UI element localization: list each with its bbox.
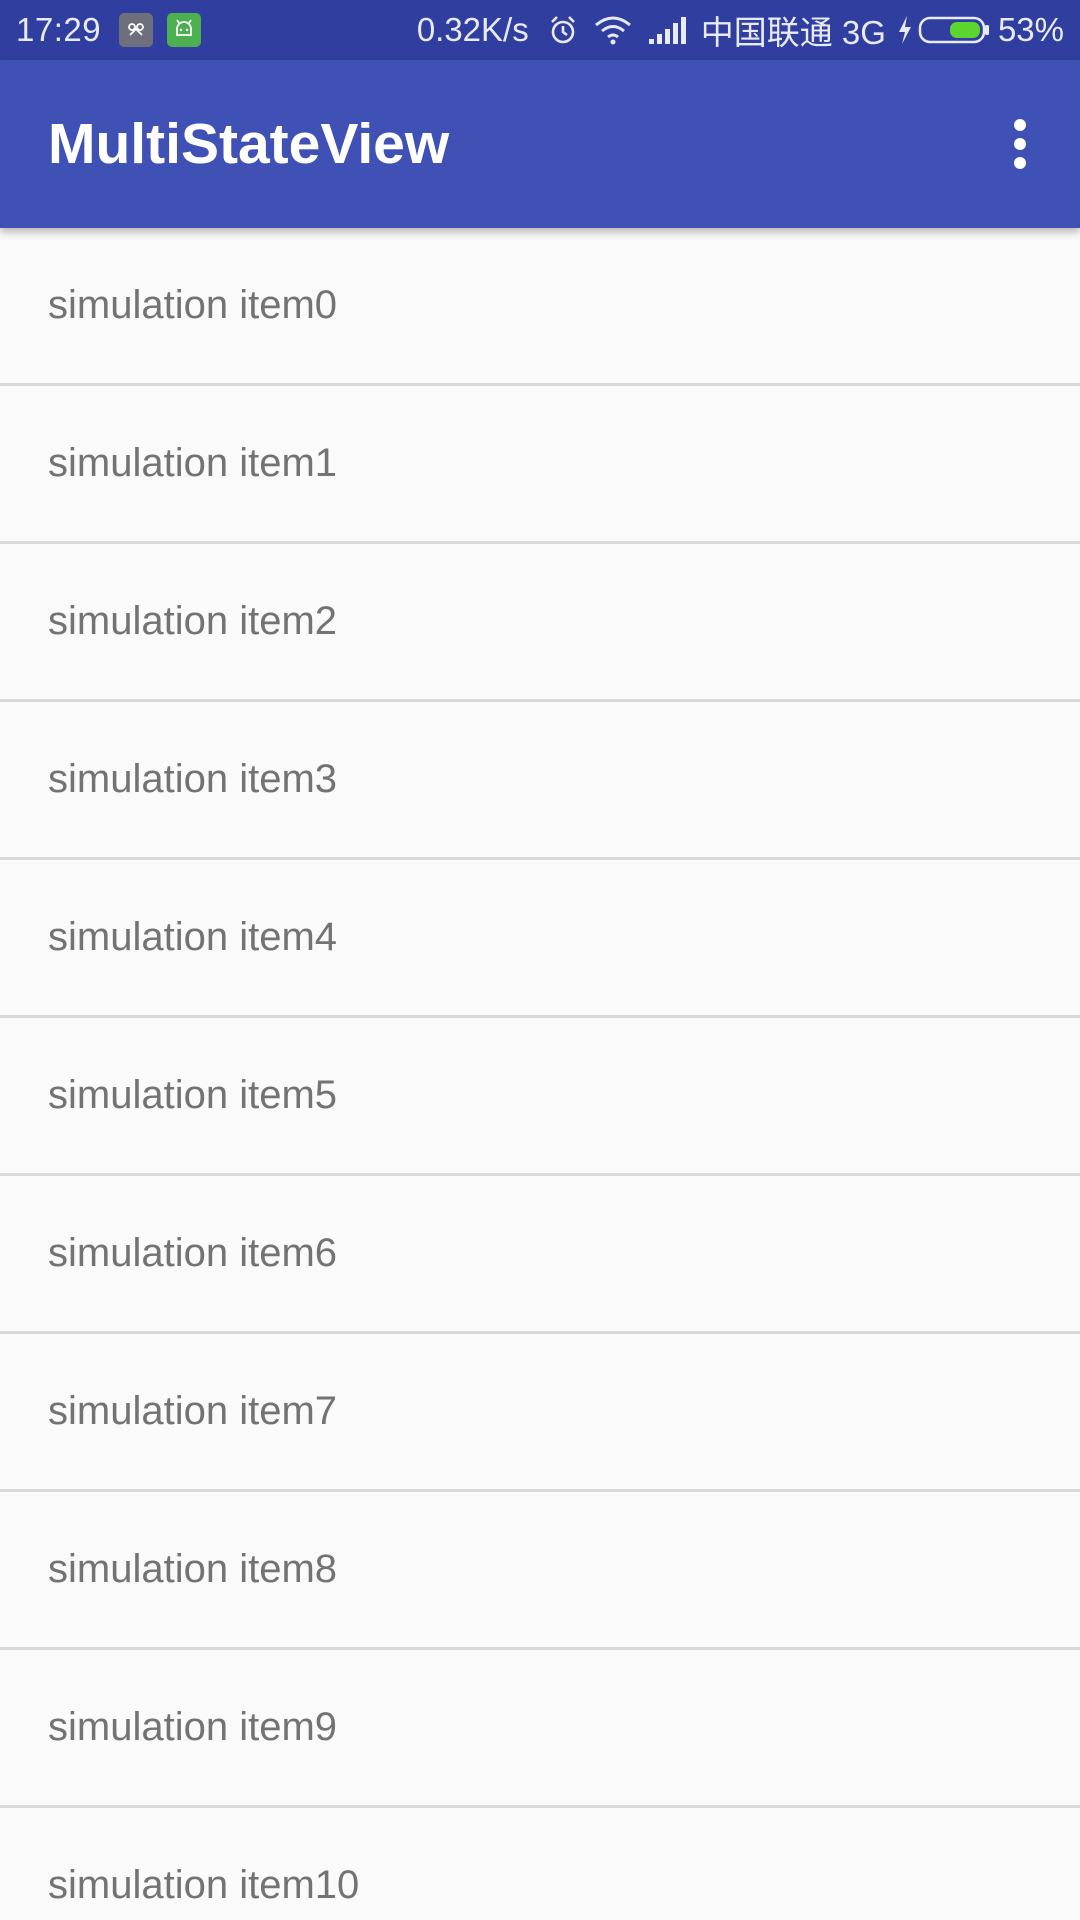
list-item-label: simulation item2	[48, 599, 338, 643]
list-item-label: simulation item8	[48, 1547, 338, 1591]
alarm-icon	[547, 14, 579, 46]
status-time: 17:29	[16, 11, 102, 48]
list-item-label: simulation item9	[48, 1705, 338, 1749]
overflow-menu-button[interactable]	[984, 108, 1056, 180]
list-item-label: simulation item1	[48, 441, 338, 485]
status-bar: 17:29 0.32K/s 中国联通 3G 53%	[0, 0, 1080, 60]
list-item[interactable]: simulation item9	[0, 1650, 1080, 1808]
list-item[interactable]: simulation item3	[0, 702, 1080, 860]
more-vert-icon	[1014, 119, 1026, 169]
list-item[interactable]: simulation item6	[0, 1176, 1080, 1334]
network-speed: 0.32K/s	[416, 11, 529, 48]
list-item-label: simulation item0	[48, 283, 338, 327]
list-item-label: simulation item10	[48, 1863, 360, 1907]
list-item[interactable]: simulation item10	[0, 1808, 1080, 1920]
battery-percent: 53%	[997, 11, 1064, 48]
status-bar-right: 0.32K/s 中国联通 3G 53%	[417, 0, 1064, 60]
status-bar-left: 17:29	[16, 0, 215, 60]
list-item[interactable]: simulation item8	[0, 1492, 1080, 1650]
list-item[interactable]: simulation item2	[0, 544, 1080, 702]
list-item[interactable]: simulation item5	[0, 1018, 1080, 1176]
list-item[interactable]: simulation item4	[0, 860, 1080, 1018]
app-title: MultiStateView	[48, 112, 450, 176]
list-item-label: simulation item7	[48, 1389, 338, 1433]
battery-icon	[918, 15, 990, 45]
charging-icon	[896, 15, 914, 45]
signal-icon	[647, 15, 687, 45]
list-item-label: simulation item6	[48, 1231, 338, 1275]
app-bar: MultiStateView	[0, 60, 1080, 228]
wifi-icon	[593, 14, 633, 46]
list-item-label: simulation item4	[48, 915, 338, 959]
list-item-label: simulation item3	[48, 757, 338, 801]
android-icon	[167, 13, 202, 47]
battery-level-fill	[949, 22, 980, 38]
carrier-label: 中国联通 3G	[700, 14, 886, 51]
list-item[interactable]: simulation item1	[0, 386, 1080, 544]
list-item-label: simulation item5	[48, 1073, 338, 1117]
list-item[interactable]: simulation item7	[0, 1334, 1080, 1492]
simulation-list[interactable]: simulation item0 simulation item1 simulati…	[0, 228, 1080, 1920]
list-item[interactable]: simulation item0	[0, 228, 1080, 386]
notification-app-icon	[119, 13, 154, 47]
